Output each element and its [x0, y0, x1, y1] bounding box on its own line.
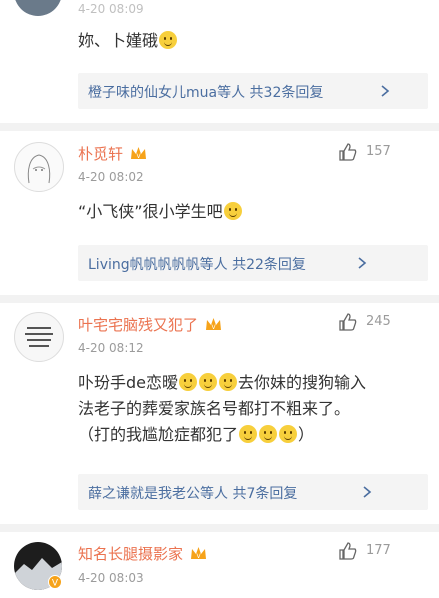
author-name[interactable]: 知名长腿摄影家 — [78, 545, 183, 563]
comment-time: 4-20 08:12 — [78, 341, 144, 355]
comment-text: ） — [298, 425, 315, 444]
svg-text:V: V — [52, 579, 59, 589]
avatar[interactable] — [14, 142, 64, 192]
crown-badge-icon: V — [130, 147, 146, 160]
comment-text: 妳、卜嫤硪 — [78, 31, 159, 50]
comment-text: 去你妹的搜狗输入 — [238, 373, 367, 392]
like-count: 245 — [366, 314, 391, 329]
comment-content: 卟玢手de恋暧 去你妹的搜狗输入 法老子的葬爱家族名号都打不粗来了。 （打的我尴尬… — [78, 370, 428, 448]
emoji-icon — [159, 31, 178, 49]
comment-time: 4-20 08:03 — [78, 571, 144, 585]
like-icon[interactable] — [338, 142, 358, 162]
chevron-right-icon — [363, 486, 372, 498]
emoji-icon — [239, 425, 258, 443]
divider — [0, 295, 439, 303]
comment-content: “小飞侠”很小学生吧 — [78, 199, 428, 225]
comment-author[interactable]: 朴觅轩 V — [78, 143, 147, 164]
emoji-icon — [199, 373, 218, 391]
avatar[interactable] — [14, 312, 64, 362]
author-name[interactable]: 朴觅轩 — [78, 145, 123, 163]
avatar-drawing — [27, 154, 51, 184]
reply-summary[interactable]: 薛之谦就是我老公等人 共7条回复 — [78, 474, 428, 510]
comment-line: （打的我尴尬症都犯了 ） — [78, 422, 428, 448]
like-count: 157 — [366, 144, 391, 159]
reply-summary[interactable]: 橙子味的仙女儿mua等人 共32条回复 — [78, 73, 428, 109]
comment-line: 卟玢手de恋暧 去你妹的搜狗输入 — [78, 370, 428, 396]
verified-badge-icon: V — [48, 575, 62, 589]
comment-time: 4-20 08:09 — [78, 2, 144, 16]
crown-badge-icon: V — [190, 547, 206, 560]
chevron-right-icon — [381, 85, 390, 97]
reply-summary-text[interactable]: Living帆帆帆帆帆等人 共22条回复 — [88, 254, 306, 274]
avatar[interactable] — [14, 0, 62, 16]
emoji-icon — [259, 425, 278, 443]
crown-badge-icon: V — [205, 318, 221, 331]
comment-author[interactable]: 叶宅宅脑残又犯了 V — [78, 314, 222, 335]
like-icon[interactable] — [338, 312, 358, 332]
avatar-drawing — [25, 327, 53, 347]
divider — [0, 123, 439, 131]
emoji-icon — [279, 425, 298, 443]
divider — [0, 524, 439, 532]
reply-summary-text[interactable]: 薛之谦就是我老公等人 共7条回复 — [88, 483, 297, 503]
comment-line: 法老子的葬爱家族名号都打不粗来了。 — [78, 399, 351, 418]
comment-time: 4-20 08:02 — [78, 170, 144, 184]
emoji-icon — [179, 373, 198, 391]
like-icon[interactable] — [338, 541, 358, 561]
chevron-right-icon — [358, 257, 367, 269]
author-name[interactable]: 叶宅宅脑残又犯了 — [78, 316, 198, 334]
emoji-icon — [223, 202, 242, 220]
emoji-icon — [219, 373, 238, 391]
like-count: 177 — [366, 543, 391, 558]
comment-text: 卟玢手de恋暧 — [78, 373, 179, 392]
reply-summary[interactable]: Living帆帆帆帆帆等人 共22条回复 — [78, 245, 428, 281]
comment-text: （打的我尴尬症都犯了 — [78, 425, 239, 444]
comment-content: 妳、卜嫤硪 — [78, 28, 428, 54]
comment-author[interactable]: 知名长腿摄影家 V — [78, 543, 207, 564]
comment-text: “小飞侠”很小学生吧 — [78, 202, 223, 221]
reply-summary-text[interactable]: 橙子味的仙女儿mua等人 共32条回复 — [88, 82, 323, 102]
